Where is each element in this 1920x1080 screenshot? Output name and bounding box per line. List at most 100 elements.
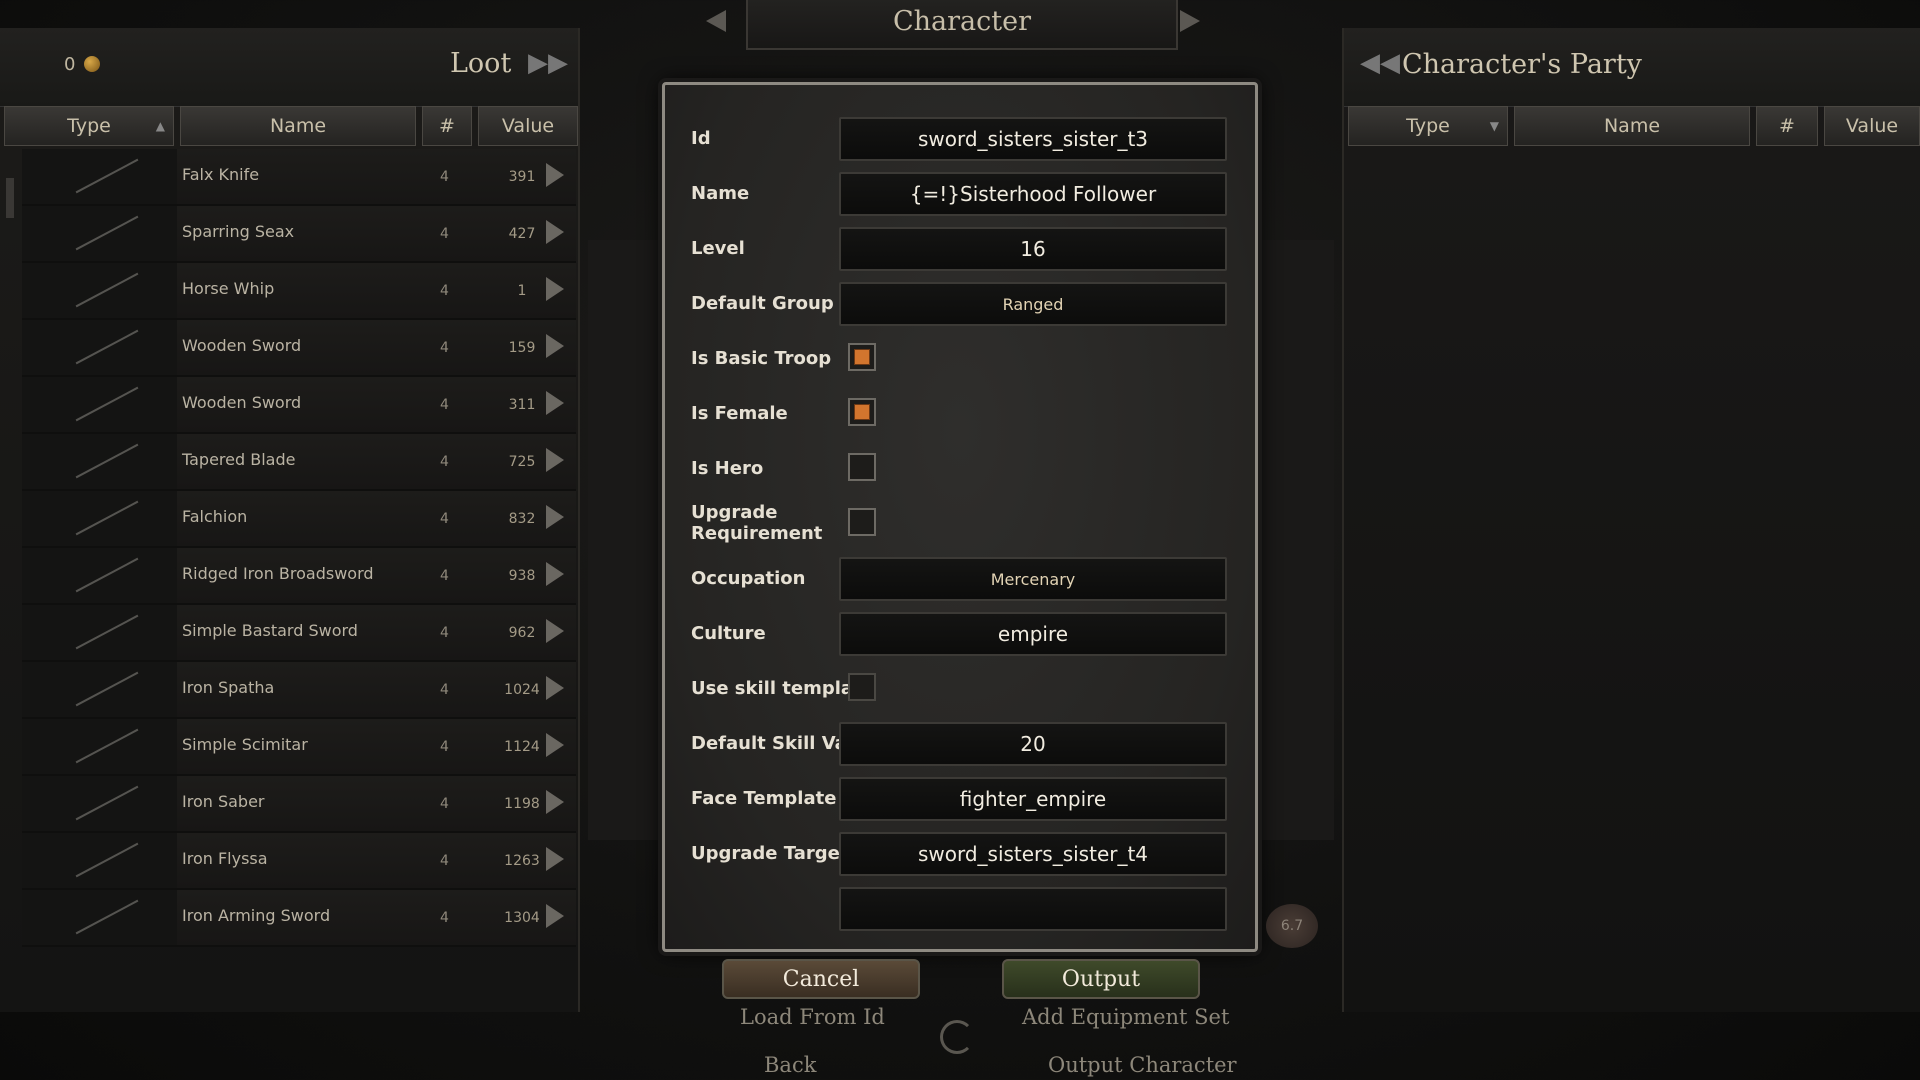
- load-from-id-button[interactable]: Load From Id: [740, 1005, 885, 1029]
- sword-icon: [75, 272, 139, 308]
- transfer-item-arrow-icon[interactable]: [546, 904, 564, 928]
- item-thumbnail: [22, 206, 177, 261]
- sword-icon: [75, 842, 139, 878]
- transfer-item-arrow-icon[interactable]: [546, 847, 564, 871]
- is-hero-label: Is Hero: [691, 458, 764, 479]
- item-thumbnail: [22, 491, 177, 546]
- output-button[interactable]: Output: [1002, 959, 1200, 999]
- use-skill-template-label: Use skill template: [691, 678, 874, 699]
- loot-item-row[interactable]: Iron Flyssa 4 1263: [22, 833, 576, 890]
- item-value: 159: [508, 340, 536, 356]
- culture-field[interactable]: empire: [839, 612, 1227, 656]
- is-hero-checkbox[interactable]: [848, 453, 876, 481]
- loot-item-row[interactable]: Simple Scimitar 4 1124: [22, 719, 576, 776]
- is-basic-troop-checkbox[interactable]: [848, 343, 876, 371]
- face-template-field[interactable]: fighter_empire: [839, 777, 1227, 821]
- face-template-label: Face Template: [691, 788, 837, 809]
- transfer-item-arrow-icon[interactable]: [546, 448, 564, 472]
- loot-column-count[interactable]: #: [422, 106, 472, 146]
- loot-column-name[interactable]: Name: [180, 106, 416, 146]
- item-name: Wooden Sword: [182, 336, 302, 355]
- is-basic-troop-label: Is Basic Troop: [691, 348, 832, 369]
- upgrade-target-field-1[interactable]: sword_sisters_sister_t4: [839, 832, 1227, 876]
- loot-item-row[interactable]: Iron Spatha 4 1024: [22, 662, 576, 719]
- use-skill-template-checkbox[interactable]: [848, 673, 876, 701]
- occupation-label: Occupation: [691, 568, 806, 589]
- id-field[interactable]: sword_sisters_sister_t3: [839, 117, 1227, 161]
- loot-item-row[interactable]: Ridged Iron Broadsword 4 938: [22, 548, 576, 605]
- loot-item-row[interactable]: Falx Knife 4 391: [22, 149, 576, 206]
- transfer-all-left-icon[interactable]: ▶▶: [528, 48, 568, 78]
- transfer-item-arrow-icon[interactable]: [546, 391, 564, 415]
- party-column-name[interactable]: Name: [1514, 106, 1750, 146]
- add-equipment-set-button[interactable]: Add Equipment Set: [1022, 1005, 1229, 1029]
- sword-icon: [75, 785, 139, 821]
- loot-item-row[interactable]: Wooden Sword 4 159: [22, 320, 576, 377]
- loot-scrollbar[interactable]: [6, 178, 14, 218]
- loot-column-type[interactable]: Type ▲: [4, 106, 174, 146]
- transfer-item-arrow-icon[interactable]: [546, 562, 564, 586]
- item-count: 4: [440, 796, 449, 812]
- upgrade-target-field-2[interactable]: [839, 887, 1227, 931]
- item-thumbnail: [22, 263, 177, 318]
- name-field[interactable]: {=!}Sisterhood Follower: [839, 172, 1227, 216]
- party-column-count[interactable]: #: [1756, 106, 1818, 146]
- transfer-item-arrow-icon[interactable]: [546, 505, 564, 529]
- loot-item-row[interactable]: Sparring Seax 4 427: [22, 206, 576, 263]
- previous-character-arrow-icon[interactable]: [706, 10, 726, 32]
- item-count: 4: [440, 397, 449, 413]
- transfer-item-arrow-icon[interactable]: [546, 790, 564, 814]
- item-value: 311: [508, 397, 536, 413]
- transfer-all-right-icon[interactable]: ◀◀: [1360, 48, 1400, 78]
- default-group-dropdown[interactable]: Ranged: [839, 282, 1227, 326]
- sword-icon: [75, 728, 139, 764]
- output-character-button[interactable]: Output Character: [1048, 1053, 1237, 1077]
- page-title: Character: [892, 6, 1031, 37]
- loot-item-row[interactable]: Falchion 4 832: [22, 491, 576, 548]
- transfer-item-arrow-icon[interactable]: [546, 277, 564, 301]
- item-count: 4: [440, 169, 449, 185]
- loot-item-row[interactable]: Iron Saber 4 1198: [22, 776, 576, 833]
- transfer-item-arrow-icon[interactable]: [546, 676, 564, 700]
- loot-column-value[interactable]: Value: [478, 106, 578, 146]
- upgrade-requirement-checkbox[interactable]: [848, 508, 876, 536]
- loot-item-row[interactable]: Horse Whip 4 1: [22, 263, 576, 320]
- item-value: 1198: [504, 796, 540, 812]
- loot-item-row[interactable]: Wooden Sword 4 311: [22, 377, 576, 434]
- transfer-item-arrow-icon[interactable]: [546, 619, 564, 643]
- reset-icon[interactable]: [940, 1020, 974, 1054]
- item-thumbnail: [22, 377, 177, 432]
- back-button[interactable]: Back: [764, 1053, 816, 1077]
- loot-item-row[interactable]: Iron Arming Sword 4 1304: [22, 890, 576, 947]
- loot-title: Loot: [450, 48, 512, 79]
- item-thumbnail: [22, 605, 177, 660]
- item-value: 725: [508, 454, 536, 470]
- item-thumbnail: [22, 662, 177, 717]
- is-female-checkbox[interactable]: [848, 398, 876, 426]
- transfer-item-arrow-icon[interactable]: [546, 220, 564, 244]
- cancel-button[interactable]: Cancel: [722, 959, 920, 999]
- loot-item-row[interactable]: Simple Bastard Sword 4 962: [22, 605, 576, 662]
- item-count: 4: [440, 739, 449, 755]
- party-column-value[interactable]: Value: [1824, 106, 1920, 146]
- item-value: 391: [508, 169, 536, 185]
- item-value: 832: [508, 511, 536, 527]
- party-header: ◀◀ Character's Party: [1344, 28, 1920, 107]
- transfer-item-arrow-icon[interactable]: [546, 334, 564, 358]
- occupation-dropdown[interactable]: Mercenary: [839, 557, 1227, 601]
- column-label: #: [439, 115, 455, 137]
- gold-coin-icon: [84, 56, 100, 72]
- party-column-type[interactable]: Type ▼: [1348, 106, 1508, 146]
- transfer-item-arrow-icon[interactable]: [546, 163, 564, 187]
- transfer-item-arrow-icon[interactable]: [546, 733, 564, 757]
- item-value: 1024: [504, 682, 540, 698]
- item-value: 962: [508, 625, 536, 641]
- loot-item-row[interactable]: Tapered Blade 4 725: [22, 434, 576, 491]
- default-skill-value-field[interactable]: 20: [839, 722, 1227, 766]
- item-count: 4: [440, 682, 449, 698]
- upgrade-requirement-label: Upgrade Requirement: [691, 502, 823, 544]
- level-field[interactable]: 16: [839, 227, 1227, 271]
- item-count: 4: [440, 340, 449, 356]
- item-thumbnail: [22, 776, 177, 831]
- next-character-arrow-icon[interactable]: [1180, 10, 1200, 32]
